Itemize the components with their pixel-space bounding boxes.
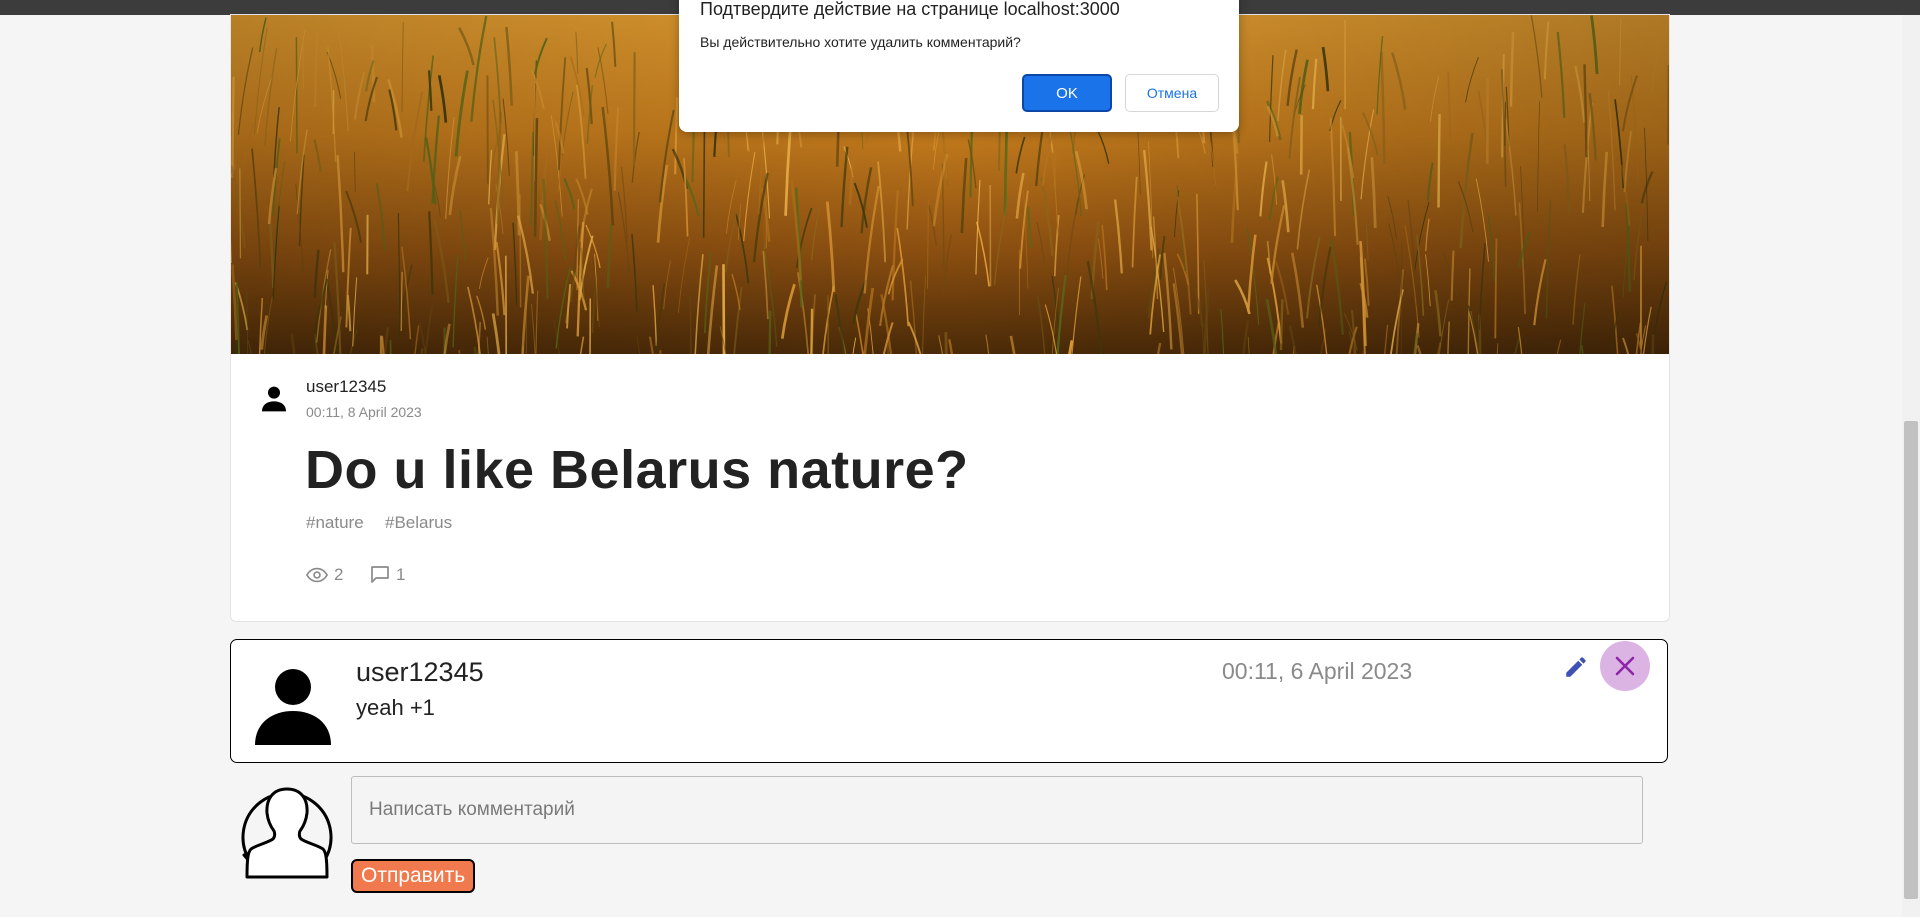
pencil-icon (1566, 657, 1586, 677)
dialog-title: Подтвердите действие на странице localho… (700, 0, 1120, 19)
cancel-button[interactable]: Отмена (1125, 74, 1219, 112)
close-icon (1615, 656, 1635, 676)
dialog-message: Вы действительно хотите удалить коммента… (700, 34, 1021, 50)
comment-icon (371, 566, 389, 583)
eye-icon (306, 567, 328, 583)
post-title: Do u like Belarus nature? (305, 440, 969, 500)
user-icon (258, 382, 290, 414)
comment-text: yeah +1 (356, 695, 435, 720)
post-date: 00:11, 8 April 2023 (306, 404, 422, 420)
comment-author[interactable]: user12345 (356, 657, 484, 688)
comment-card: user12345 yeah +1 00:11, 6 April 2023 (230, 639, 1668, 763)
user-icon (253, 665, 333, 745)
post-author[interactable]: user12345 (306, 377, 386, 397)
views-value: 2 (334, 565, 344, 584)
submit-comment-button[interactable]: Отправить (351, 859, 476, 893)
scrollbar-thumb[interactable] (1904, 421, 1918, 899)
post-tag[interactable]: #Belarus (385, 513, 452, 533)
comment-input[interactable] (351, 776, 1643, 844)
comments-count: 1 (370, 565, 405, 585)
confirm-dialog: Подтвердите действие на странице localho… (679, 0, 1239, 132)
comments-value: 1 (396, 565, 406, 584)
post-tag[interactable]: #nature (306, 513, 364, 533)
ok-button[interactable]: OK (1022, 74, 1112, 112)
user-outline-icon (240, 775, 334, 879)
views-count: 2 (306, 565, 343, 585)
edit-comment-button[interactable] (1559, 650, 1593, 684)
delete-comment-button[interactable] (1600, 641, 1650, 691)
comment-date: 00:11, 6 April 2023 (1222, 658, 1413, 684)
